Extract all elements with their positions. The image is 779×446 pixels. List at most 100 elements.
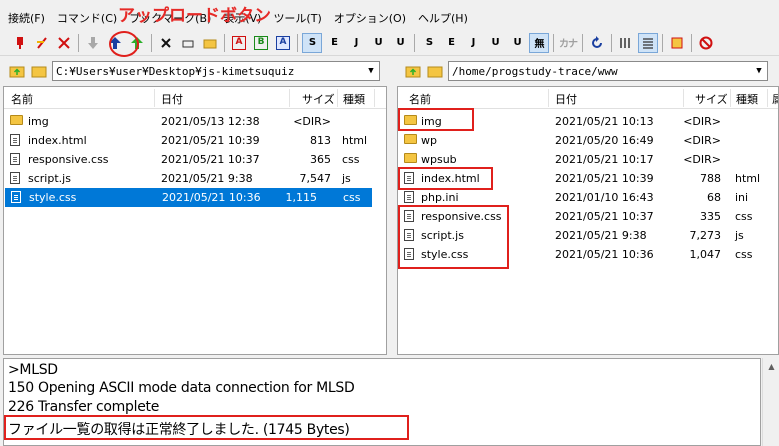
file-date: 2021/05/21 9:38 — [555, 229, 647, 242]
local-parent-folder-icon[interactable] — [8, 62, 26, 80]
kanji-sjis-icon[interactable]: S — [302, 32, 322, 53]
log-scrollbar[interactable]: ▲ — [762, 358, 779, 446]
ascii-mode-icon[interactable]: A — [229, 33, 249, 53]
file-size: 365 — [310, 153, 331, 166]
detail-view-icon[interactable] — [638, 32, 658, 53]
sync-browse-icon[interactable] — [667, 33, 687, 53]
file-size: <DIR> — [683, 153, 721, 166]
quick-connect-icon[interactable] — [32, 33, 52, 53]
folder-icon — [10, 115, 23, 125]
file-size: 813 — [310, 134, 331, 147]
chevron-down-icon[interactable]: ▼ — [363, 62, 379, 80]
stop-icon[interactable] — [696, 33, 716, 53]
column-size[interactable]: サイズ — [302, 91, 335, 107]
file-date: 2021/05/21 10:36 — [555, 248, 654, 261]
remote-file-row[interactable]: wp 2021/05/20 16:49 <DIR> — [398, 131, 778, 150]
remote-utf8-icon[interactable]: U — [485, 33, 505, 53]
file-size: 68 — [707, 191, 721, 204]
chevron-down-icon[interactable]: ▼ — [751, 62, 767, 80]
upload-button-annotation: アップロードボタン — [118, 6, 271, 26]
file-icon — [10, 153, 20, 165]
local-file-row[interactable]: script.js 2021/05/21 9:38 7,547 js — [4, 169, 386, 188]
local-path-bar: C:¥Users¥user¥Desktop¥js-kimetsuquiz ▼ — [8, 60, 380, 82]
file-icon — [404, 191, 414, 203]
mkdir-icon[interactable] — [200, 33, 220, 53]
local-open-folder-icon[interactable] — [30, 62, 48, 80]
delete-icon[interactable] — [156, 33, 176, 53]
pane-splitter[interactable] — [387, 86, 397, 355]
remote-path-input[interactable]: /home/progstudy-trace/www ▼ — [448, 61, 768, 81]
menu-connect[interactable]: 接続(F) — [8, 10, 45, 26]
remote-path-text: /home/progstudy-trace/www — [452, 64, 618, 78]
binary-mode-icon[interactable]: B — [251, 33, 271, 53]
remote-jis-icon[interactable]: J — [463, 33, 483, 53]
remote-euc-icon[interactable]: E — [441, 33, 461, 53]
file-size: 1,047 — [689, 248, 722, 261]
scroll-up-icon[interactable]: ▲ — [763, 358, 779, 375]
log-line: >MLSD — [8, 362, 58, 378]
local-file-row[interactable]: index.html 2021/05/21 10:39 813 html — [4, 131, 386, 150]
list-view-icon[interactable] — [616, 33, 636, 53]
file-type: css — [735, 248, 753, 261]
column-name[interactable]: 名前 — [409, 91, 431, 107]
column-name[interactable]: 名前 — [11, 91, 33, 107]
file-icon — [10, 172, 20, 184]
folder-icon — [404, 153, 417, 163]
connect-icon[interactable] — [10, 33, 30, 53]
rename-icon[interactable] — [178, 33, 198, 53]
kanji-utf8bom-icon[interactable]: U — [390, 33, 410, 53]
upload-button-highlight — [109, 31, 139, 57]
toolbar-separator — [611, 33, 612, 52]
column-type[interactable]: 種類 — [736, 91, 758, 107]
remote-open-folder-icon[interactable] — [426, 62, 444, 80]
file-name: wp — [421, 134, 437, 147]
remote-list-header: 名前 日付 サイズ 種類 属 — [398, 87, 778, 109]
file-size: <DIR> — [683, 115, 721, 128]
menu-help[interactable]: ヘルプ(H) — [418, 10, 468, 26]
refresh-icon[interactable] — [587, 33, 607, 53]
remote-sjis-icon[interactable]: S — [419, 33, 439, 53]
file-name: index.html — [28, 134, 87, 147]
file-icon — [10, 134, 20, 146]
file-type: js — [342, 172, 351, 185]
local-file-row[interactable]: style.css 2021/05/21 10:36 1,115 css — [5, 188, 372, 207]
file-name: img — [28, 115, 49, 128]
file-date: 2021/05/21 9:38 — [161, 172, 253, 185]
column-size[interactable]: サイズ — [695, 91, 728, 107]
local-file-row[interactable]: responsive.css 2021/05/21 10:37 365 css — [4, 150, 386, 169]
auto-mode-icon[interactable]: A — [273, 33, 293, 53]
column-date[interactable]: 日付 — [555, 91, 577, 107]
file-type: css — [735, 210, 753, 223]
column-date[interactable]: 日付 — [161, 91, 183, 107]
no-conversion-icon[interactable]: 無 — [529, 32, 549, 53]
menu-bar: 接続(F) コマンド(C) ブックマーク(B) 表示(V) ツール(T) オプシ… — [0, 9, 779, 27]
file-type: ini — [735, 191, 749, 204]
local-file-list[interactable]: 名前 日付 サイズ 種類 img 2021/05/13 12:38 <DIR> ind… — [3, 86, 387, 355]
remote-utf8bom-icon[interactable]: U — [507, 33, 527, 53]
file-name: php.ini — [421, 191, 459, 204]
disconnect-icon[interactable] — [54, 33, 74, 53]
kana-convert-icon[interactable]: カナ — [558, 33, 578, 53]
toolbar-separator — [662, 33, 663, 52]
file-date: 2021/05/21 10:37 — [161, 153, 260, 166]
file-size: 7,547 — [299, 172, 332, 185]
file-name: script.js — [28, 172, 71, 185]
kanji-euc-icon[interactable]: E — [324, 33, 344, 53]
file-type: css — [342, 153, 360, 166]
download-icon[interactable] — [83, 33, 103, 53]
remote-parent-folder-icon[interactable] — [404, 62, 422, 80]
column-type[interactable]: 種類 — [343, 91, 365, 107]
toolbar-separator — [414, 33, 415, 52]
highlight-remote-index — [398, 167, 493, 190]
kanji-utf8-icon[interactable]: U — [368, 33, 388, 53]
local-file-row[interactable]: img 2021/05/13 12:38 <DIR> — [4, 112, 386, 131]
local-path-input[interactable]: C:¥Users¥user¥Desktop¥js-kimetsuquiz ▼ — [52, 61, 380, 81]
file-date: 2021/05/21 10:39 — [161, 134, 260, 147]
toolbar-separator — [297, 33, 298, 52]
column-attr[interactable]: 属 — [772, 91, 778, 107]
kanji-jis-icon[interactable]: J — [346, 33, 366, 53]
menu-command[interactable]: コマンド(C) — [57, 10, 117, 26]
menu-tools[interactable]: ツール(T) — [273, 10, 321, 26]
menu-options[interactable]: オプション(O) — [334, 10, 406, 26]
file-name: wpsub — [421, 153, 457, 166]
